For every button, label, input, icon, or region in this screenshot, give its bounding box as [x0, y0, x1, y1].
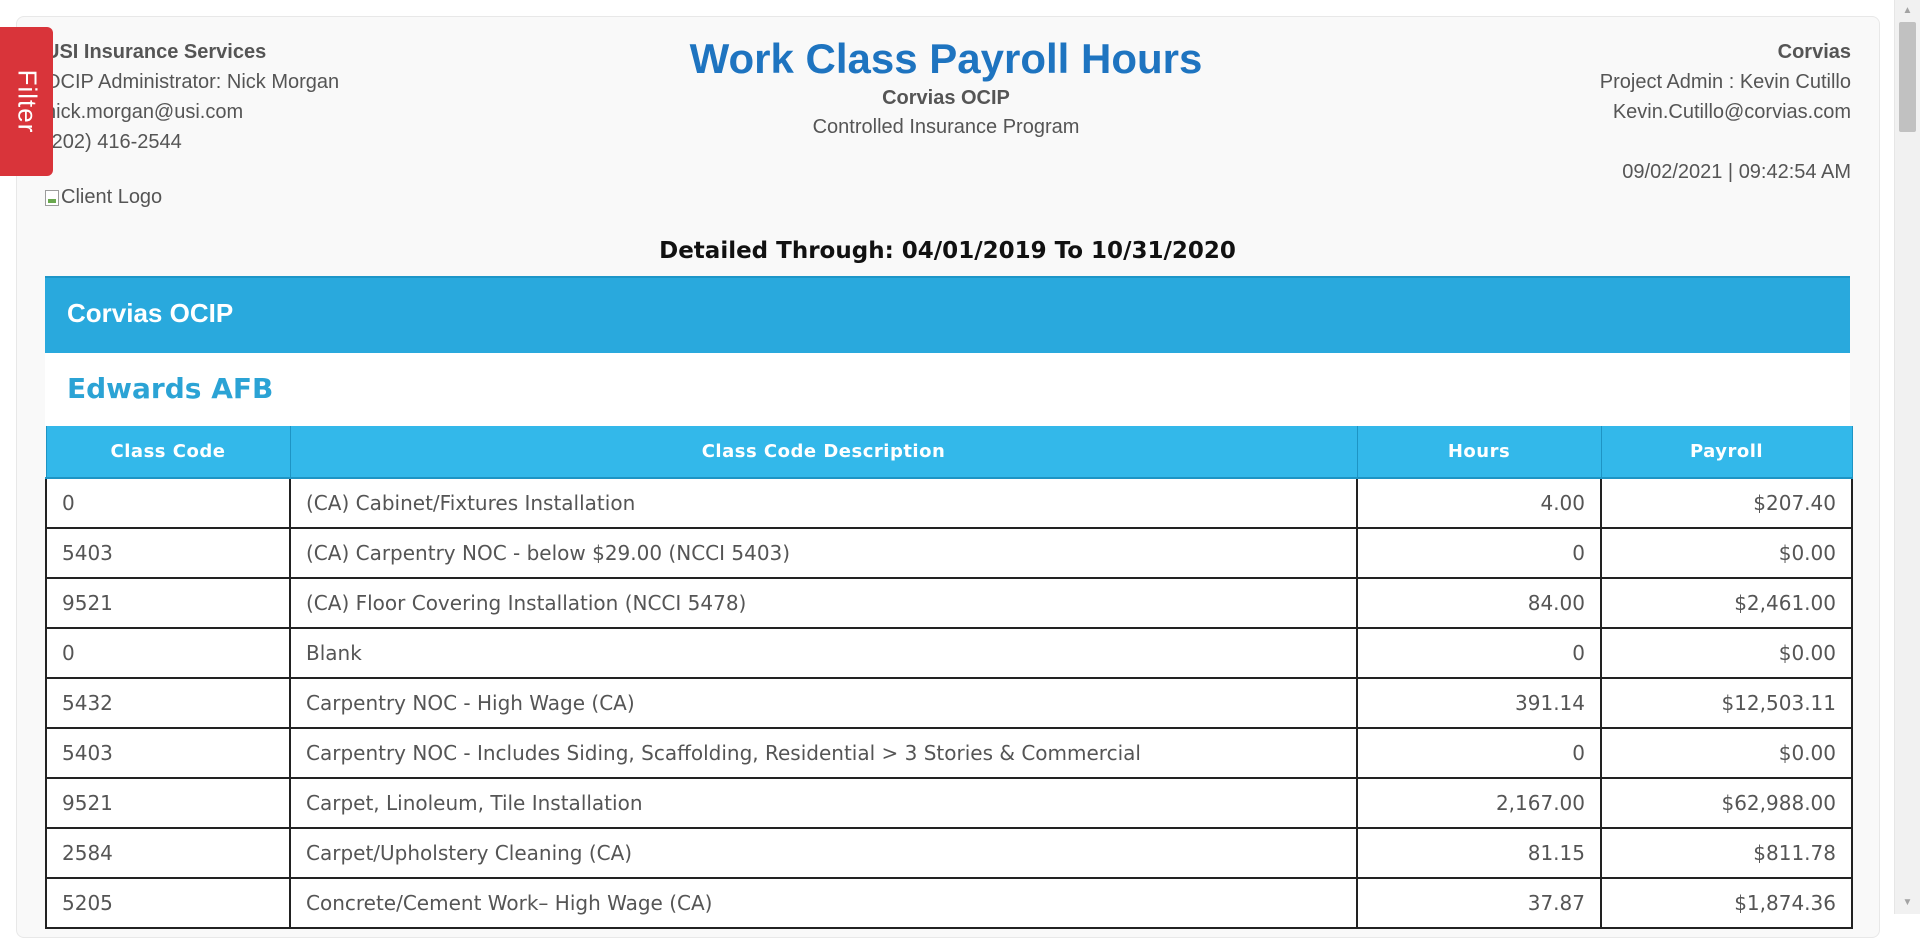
report-heading: Work Class Payroll Hours Corvias OCIP Co… [646, 34, 1246, 142]
payroll-cell: $811.78 [1600, 827, 1853, 879]
table-row: 5403 Carpentry NOC - Includes Siding, Sc… [45, 727, 1853, 779]
description-cell: Carpentry NOC - High Wage (CA) [289, 677, 1358, 729]
scrollbar-thumb[interactable] [1899, 22, 1916, 132]
class-code-cell: 0 [45, 627, 291, 679]
payroll-cell: $12,503.11 [1600, 677, 1853, 729]
description-cell: Carpet, Linoleum, Tile Installation [289, 777, 1358, 829]
filter-button[interactable]: Filter [0, 27, 53, 176]
description-cell: Carpet/Upholstery Cleaning (CA) [289, 827, 1358, 879]
hours-cell: 81.15 [1356, 827, 1602, 879]
description-cell: (CA) Cabinet/Fixtures Installation [289, 477, 1358, 529]
table-row: 5432 Carpentry NOC - High Wage (CA) 391.… [45, 677, 1853, 729]
table-row: 0 Blank 0 $0.00 [45, 627, 1853, 679]
site-name: Edwards AFB [67, 372, 274, 405]
class-code-cell: 9521 [45, 777, 291, 829]
payroll-cell: $2,461.00 [1600, 577, 1853, 629]
class-code-cell: 5403 [45, 527, 291, 579]
payroll-cell: $1,874.36 [1600, 877, 1853, 929]
payroll-cell: $0.00 [1600, 627, 1853, 679]
scroll-up-icon[interactable]: ▲ [1895, 2, 1920, 20]
administrator-name: OCIP Administrator: Nick Morgan [45, 71, 340, 93]
client-logo: Client Logo [45, 186, 162, 209]
program-name: Corvias OCIP [67, 298, 234, 328]
client-org: Corvias [1777, 41, 1851, 63]
client-info: Corvias Project Admin : Kevin Cutillo Ke… [1600, 37, 1851, 187]
column-header-description: Class Code Description [289, 426, 1358, 479]
hours-cell: 0 [1356, 727, 1602, 779]
table-row: 5205 Concrete/Cement Work– High Wage (CA… [45, 877, 1853, 929]
client-logo-alt: Client Logo [61, 186, 163, 208]
hours-cell: 2,167.00 [1356, 777, 1602, 829]
hours-cell: 37.87 [1356, 877, 1602, 929]
hours-cell: 84.00 [1356, 577, 1602, 629]
project-admin-email: Kevin.Cutillo@corvias.com [1612, 101, 1851, 123]
page-title: Work Class Payroll Hours [689, 35, 1203, 82]
administrator-email: nick.morgan@usi.com [45, 101, 244, 123]
filter-label: Filter [12, 69, 42, 134]
table-row: 9521 (CA) Floor Covering Installation (N… [45, 577, 1853, 629]
class-code-cell: 0 [45, 477, 291, 529]
description-cell: (CA) Carpentry NOC - below $29.00 (NCCI … [289, 527, 1358, 579]
program-header: Corvias OCIP [45, 276, 1850, 353]
table-header-row: Class Code Class Code Description Hours … [45, 426, 1853, 479]
description-cell: Concrete/Cement Work– High Wage (CA) [289, 877, 1358, 929]
payroll-table: Class Code Class Code Description Hours … [45, 426, 1853, 929]
class-code-cell: 2584 [45, 827, 291, 879]
report-timestamp: 09/02/2021 | 09:42:54 AM [1622, 161, 1851, 183]
program-description: Controlled Insurance Program [812, 116, 1080, 138]
table-row: 0 (CA) Cabinet/Fixtures Installation 4.0… [45, 477, 1853, 529]
description-cell: (CA) Floor Covering Installation (NCCI 5… [289, 577, 1358, 629]
vertical-scrollbar[interactable]: ▲ ▼ [1894, 0, 1920, 914]
broken-image-icon [45, 189, 59, 206]
administrator-org: USI Insurance Services [45, 41, 267, 63]
payroll-cell: $0.00 [1600, 727, 1853, 779]
administrator-info: USI Insurance Services OCIP Administrato… [45, 37, 339, 157]
class-code-cell: 9521 [45, 577, 291, 629]
project-admin: Project Admin : Kevin Cutillo [1599, 71, 1851, 93]
hours-cell: 0 [1356, 527, 1602, 579]
scroll-down-icon[interactable]: ▼ [1895, 894, 1920, 912]
site-header: Edwards AFB [45, 353, 1850, 426]
hours-cell: 4.00 [1356, 477, 1602, 529]
administrator-phone: (202) 416-2544 [45, 131, 182, 153]
class-code-cell: 5205 [45, 877, 291, 929]
description-cell: Blank [289, 627, 1358, 679]
class-code-cell: 5403 [45, 727, 291, 779]
table-row: 2584 Carpet/Upholstery Cleaning (CA) 81.… [45, 827, 1853, 879]
payroll-cell: $0.00 [1600, 527, 1853, 579]
column-header-class-code: Class Code [45, 426, 291, 479]
column-header-payroll: Payroll [1600, 426, 1853, 479]
report-subtitle: Corvias OCIP [882, 87, 1010, 109]
hours-cell: 0 [1356, 627, 1602, 679]
hours-cell: 391.14 [1356, 677, 1602, 729]
class-code-cell: 5432 [45, 677, 291, 729]
table-row: 5403 (CA) Carpentry NOC - below $29.00 (… [45, 527, 1853, 579]
date-range: Detailed Through: 04/01/2019 To 10/31/20… [659, 238, 1236, 264]
description-cell: Carpentry NOC - Includes Siding, Scaffol… [289, 727, 1358, 779]
column-header-hours: Hours [1356, 426, 1602, 479]
payroll-cell: $207.40 [1600, 477, 1853, 529]
table-row: 9521 Carpet, Linoleum, Tile Installation… [45, 777, 1853, 829]
payroll-cell: $62,988.00 [1600, 777, 1853, 829]
